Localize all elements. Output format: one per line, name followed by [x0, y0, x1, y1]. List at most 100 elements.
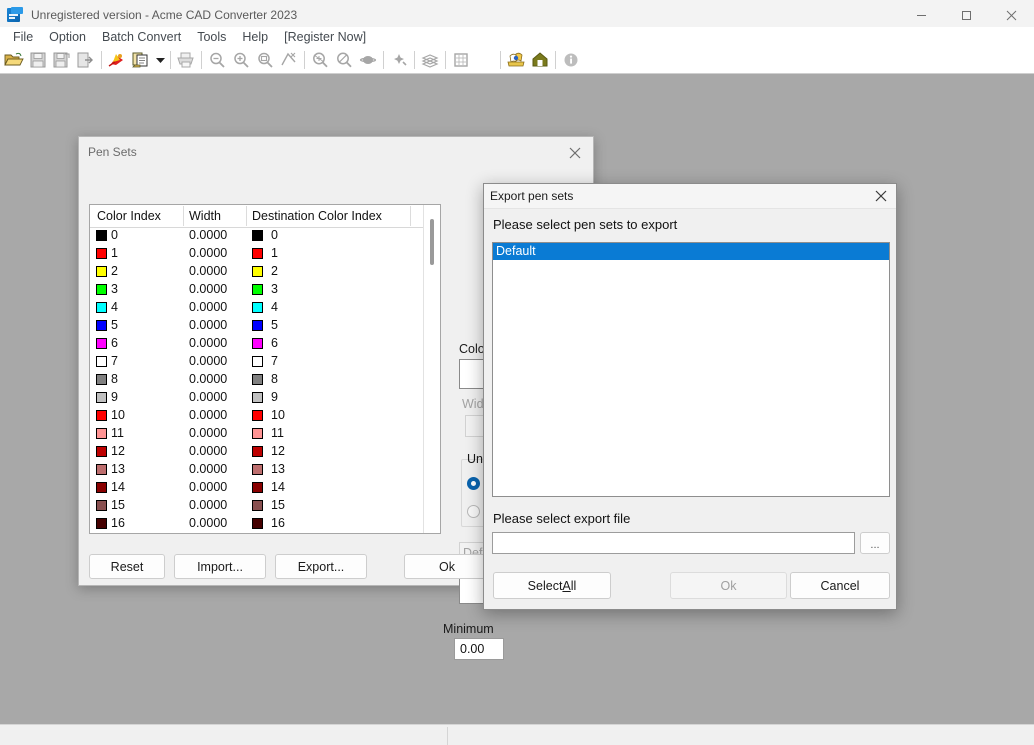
pen-sets-ok-button[interactable]: Ok	[404, 554, 490, 579]
color-index-value: 6	[111, 336, 118, 350]
destination-index-value: 10	[271, 408, 285, 422]
destination-index-value: 6	[271, 336, 278, 350]
destination-color-swatch	[252, 320, 263, 331]
maximize-button[interactable]	[944, 0, 989, 30]
toolbar-separator	[445, 51, 446, 69]
watermark-icon[interactable]	[504, 48, 528, 72]
grid-icon[interactable]	[449, 48, 473, 72]
menu-tools[interactable]: Tools	[189, 28, 234, 46]
table-row[interactable]: 6 0.0000 6	[90, 335, 440, 353]
color-swatch	[96, 482, 107, 493]
destination-index-value: 9	[271, 390, 278, 404]
table-row[interactable]: 40.00004	[90, 299, 440, 317]
menu-file[interactable]: File	[5, 28, 41, 46]
color-swatch	[96, 428, 107, 439]
list-item[interactable]: Default	[493, 243, 889, 260]
color-index-value: 9	[111, 390, 118, 404]
unit-radio-first[interactable]	[467, 477, 480, 490]
table-row[interactable]: 100.000010	[90, 407, 440, 425]
color-index-value: 7	[111, 354, 118, 368]
menu-help[interactable]: Help	[234, 28, 276, 46]
table-row[interactable]: 110.000011	[90, 425, 440, 443]
export-icon[interactable]	[74, 48, 98, 72]
dropdown-arrow-icon[interactable]	[153, 48, 167, 72]
color-index-value: 12	[111, 444, 125, 458]
toolbar-separator	[201, 51, 202, 69]
pen-table-scrollbar[interactable]	[423, 205, 440, 533]
zoom-previous-icon[interactable]	[332, 48, 356, 72]
export-ok-button[interactable]: Ok	[670, 572, 787, 599]
color-index-value: 8	[111, 372, 118, 386]
destination-color-swatch	[252, 284, 263, 295]
zoom-in-icon[interactable]	[229, 48, 253, 72]
width-value: 0.0000	[189, 336, 227, 350]
pen-sets-title: Pen Sets	[88, 145, 137, 159]
width-value: 0.0000	[189, 462, 227, 476]
minimum-input[interactable]: 0.00	[454, 638, 504, 660]
export-pen-sets-list[interactable]: Default	[492, 242, 890, 497]
export-dialog-title: Export pen sets	[490, 189, 573, 203]
pen-sets-titlebar: Pen Sets	[79, 137, 593, 169]
save-icon[interactable]	[26, 48, 50, 72]
open-folder-icon[interactable]	[2, 48, 26, 72]
copy-pages-icon[interactable]	[129, 48, 153, 72]
home-icon[interactable]	[528, 48, 552, 72]
export-cancel-button[interactable]: Cancel	[790, 572, 890, 599]
unit-radio-second[interactable]	[467, 505, 480, 518]
export-button[interactable]: Export...	[275, 554, 367, 579]
print-icon[interactable]	[174, 48, 198, 72]
menu-option[interactable]: Option	[41, 28, 94, 46]
table-row[interactable]: 10.00001	[90, 245, 440, 263]
export-dialog-close-icon[interactable]	[870, 186, 892, 206]
export-dialog-titlebar: Export pen sets	[484, 184, 896, 209]
destination-index-value: 1	[271, 246, 278, 260]
menu-batch-convert[interactable]: Batch Convert	[94, 28, 189, 46]
select-all-button[interactable]: Select All	[493, 572, 611, 599]
bg-color-icon[interactable]	[473, 48, 497, 72]
table-row[interactable]: 140.000014	[90, 479, 440, 497]
table-row[interactable]: 150.000015	[90, 497, 440, 515]
column-header-color-index: Color Index	[97, 209, 161, 223]
table-row[interactable]: 50.00005	[90, 317, 440, 335]
table-row[interactable]: 90.00009	[90, 389, 440, 407]
table-row[interactable]: 170.000017	[90, 533, 440, 534]
toolbar-separator	[414, 51, 415, 69]
select-all-label-post: ll	[571, 579, 577, 593]
browse-file-button[interactable]: ...	[860, 532, 890, 554]
width-value: 0.0000	[189, 444, 227, 458]
pen-sets-close-icon[interactable]	[563, 142, 587, 164]
table-row[interactable]: 80.00008	[90, 371, 440, 389]
pan-icon[interactable]	[356, 48, 380, 72]
table-row[interactable]: 30.00003	[90, 281, 440, 299]
zoom-out-icon[interactable]	[205, 48, 229, 72]
toolbar-separator	[304, 51, 305, 69]
destination-index-value: 5	[271, 318, 278, 332]
table-row[interactable]: 130.000013	[90, 461, 440, 479]
destination-index-value: 2	[271, 264, 278, 278]
scrollbar-thumb[interactable]	[430, 219, 434, 265]
table-row[interactable]: 20.00002	[90, 263, 440, 281]
table-row[interactable]: 00.00000	[90, 227, 440, 245]
pdf-icon[interactable]	[105, 48, 129, 72]
save-as-icon[interactable]	[50, 48, 74, 72]
layers-icon[interactable]	[418, 48, 442, 72]
info-icon[interactable]	[559, 48, 583, 72]
width-value: 0.0000	[189, 246, 227, 260]
reset-button[interactable]: Reset	[89, 554, 165, 579]
zoom-extents-icon[interactable]	[277, 48, 301, 72]
table-row[interactable]: 70.00007	[90, 353, 440, 371]
redraw-icon[interactable]	[387, 48, 411, 72]
color-index-value: 2	[111, 264, 118, 278]
table-row[interactable]: 160.000016	[90, 515, 440, 533]
window-titlebar: Unregistered version - Acme CAD Converte…	[0, 0, 1034, 30]
zoom-all-icon[interactable]	[308, 48, 332, 72]
export-file-input[interactable]	[492, 532, 855, 554]
import-button[interactable]: Import...	[174, 554, 266, 579]
zoom-window-icon[interactable]	[253, 48, 277, 72]
close-button[interactable]	[989, 0, 1034, 30]
destination-color-swatch	[252, 230, 263, 241]
table-row[interactable]: 120.000012	[90, 443, 440, 461]
menu-register-now[interactable]: [Register Now]	[276, 28, 374, 46]
pen-color-table[interactable]: Color Index Width Destination Color Inde…	[89, 204, 441, 534]
minimize-button[interactable]	[899, 0, 944, 30]
